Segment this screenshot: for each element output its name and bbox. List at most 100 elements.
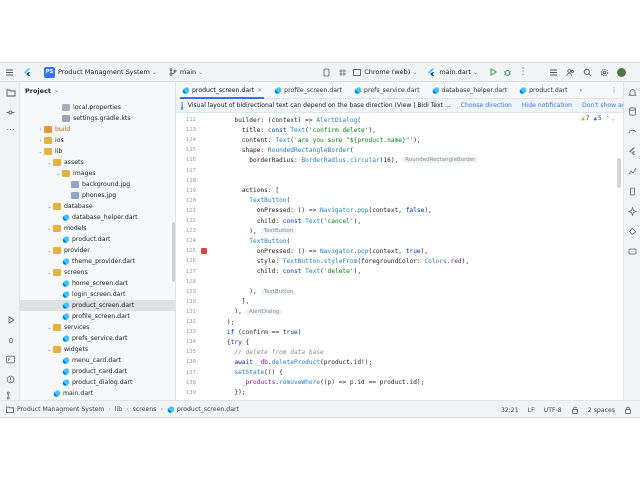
chevron-down-icon[interactable]: ⌄ [37, 149, 44, 155]
search-icon[interactable] [580, 65, 594, 79]
line-number[interactable]: 132 [176, 319, 196, 325]
breadcrumb-item[interactable]: Product Managment System [17, 406, 104, 413]
chevron-right-icon[interactable]: › [37, 138, 44, 144]
tree-file[interactable]: local.properties [20, 102, 176, 113]
device-selector[interactable]: Chrome (web) ⌄ [353, 68, 417, 76]
breadcrumb-item[interactable]: product_screen.dart [177, 406, 239, 413]
line-number[interactable]: 136 [176, 359, 196, 365]
tree-file[interactable]: theme_provider.dart [20, 256, 176, 267]
flutter-inspector-icon[interactable] [335, 65, 349, 79]
line-number[interactable]: 118 [176, 178, 196, 184]
chevron-down-icon[interactable]: ⌄ [46, 248, 53, 254]
problems-tool-icon[interactable] [5, 374, 16, 385]
line-number[interactable]: 114 [176, 137, 196, 143]
line-number[interactable]: 115 [176, 147, 196, 153]
devices-tool-icon[interactable] [627, 186, 638, 197]
database-tool-icon[interactable] [627, 106, 638, 117]
line-number[interactable]: 117 [176, 168, 196, 174]
tree-file[interactable]: settings.gradle.kts [20, 113, 176, 124]
more-actions-icon[interactable]: ⋮ [516, 65, 530, 79]
chevron-down-icon[interactable]: ⌄ [55, 171, 62, 177]
tree-folder[interactable]: ⌄ database [20, 201, 176, 212]
tree-file[interactable]: menu_card.dart [20, 355, 176, 366]
line-number[interactable]: 124 [176, 238, 196, 244]
tree-folder[interactable]: ⌄ assets [20, 157, 176, 168]
tree-file[interactable]: profile_screen.dart [20, 311, 176, 322]
tree-file[interactable]: product_card.dart [20, 366, 176, 377]
line-number[interactable]: 126 [176, 258, 196, 264]
ai-assistant-icon[interactable] [627, 206, 638, 217]
more-tabs-icon[interactable]: › [574, 82, 588, 99]
editor-tab[interactable]: product_screen.dart ✕ [176, 82, 268, 99]
tree-folder[interactable]: › ios [20, 135, 176, 146]
line-number[interactable]: 133 [176, 329, 196, 335]
project-tool-folder-icon[interactable] [5, 87, 16, 98]
tree-file[interactable]: product.dart [20, 234, 176, 245]
line-number[interactable]: 123 [176, 228, 196, 234]
branch-switcher[interactable]: main ⌄ [169, 68, 203, 76]
file-encoding[interactable]: UTF-8 [544, 407, 562, 414]
breadcrumb-item[interactable]: lib [115, 406, 122, 413]
breadcrumb-item[interactable]: screens [133, 406, 157, 413]
chevron-down-icon[interactable]: ⌄ [46, 347, 53, 353]
tree-folder[interactable]: ⌄ models [20, 223, 176, 234]
editor-tab[interactable]: product.dart [513, 82, 573, 99]
line-number[interactable]: 125 [176, 248, 196, 254]
chevron-right-icon[interactable]: › [37, 127, 44, 133]
chevron-down-icon[interactable]: ⌄ [46, 270, 53, 276]
line-number[interactable]: 116 [176, 157, 196, 163]
line-number[interactable]: 129 [176, 289, 196, 295]
terminal-tool-icon[interactable] [5, 354, 16, 365]
dart-analysis-icon[interactable] [627, 226, 638, 237]
tree-folder[interactable]: ⌄ provider [20, 245, 176, 256]
line-number[interactable]: 112 [176, 117, 196, 123]
close-tab-icon[interactable]: ✕ [257, 87, 262, 94]
line-number[interactable]: 122 [176, 218, 196, 224]
tree-folder[interactable]: ⌄ images [20, 168, 176, 179]
tab-actions-icon[interactable]: ⋮ [605, 82, 623, 99]
line-number[interactable]: 121 [176, 208, 196, 214]
editor-tab[interactable]: prefs_service.dart [348, 82, 425, 99]
tree-file[interactable]: phones.jpg [20, 190, 176, 201]
code-area[interactable]: ▲ 7 ▲ 5 ⌃ ⌄ 112 builder: (context) => Al… [176, 113, 623, 400]
line-number[interactable]: 137 [176, 370, 196, 376]
debug-icon[interactable] [500, 65, 514, 79]
tree-file[interactable]: main.dart [20, 388, 176, 399]
tree-folder[interactable]: ⌄ screens [20, 267, 176, 278]
indent-setting[interactable]: 2 spaces [588, 407, 615, 414]
more-tool-windows-icon[interactable]: ⋯ [5, 124, 16, 135]
run-tool-icon[interactable] [5, 314, 16, 325]
line-number[interactable]: 128 [176, 279, 196, 285]
project-tree-scrollbar[interactable] [172, 222, 175, 282]
line-ending[interactable]: LF [528, 407, 535, 414]
people-icon[interactable] [563, 65, 577, 79]
tree-folder[interactable]: ⌄ services [20, 322, 176, 333]
notifications-bell-icon[interactable] [627, 87, 638, 98]
tree-file[interactable]: database_helper.dart [20, 212, 176, 223]
tree-file[interactable]: background.jpg [20, 179, 176, 190]
project-switcher[interactable]: PS Product Managment System ⌄ [44, 66, 157, 78]
editor-tab[interactable]: profile_screen.dart [268, 82, 348, 99]
tree-file[interactable]: prefs_service.dart [20, 333, 176, 344]
line-number[interactable]: 135 [176, 349, 196, 355]
tree-folder[interactable]: ⌄ widgets [20, 344, 176, 355]
run-config-selector[interactable]: main.dart ⌄ [427, 68, 478, 77]
line-number[interactable]: 120 [176, 198, 196, 204]
avatar[interactable] [617, 67, 626, 77]
chevron-down-icon[interactable]: ⌄ [46, 160, 53, 166]
flutter-performance-icon[interactable] [627, 166, 638, 177]
commit-tool-icon[interactable] [5, 107, 16, 118]
editor-tab[interactable]: database_helper.dart [426, 82, 514, 99]
tree-folder[interactable]: ⌄ lib [20, 146, 176, 157]
breakpoint-icon[interactable] [201, 248, 207, 255]
choose-direction-link[interactable]: Choose direction [461, 102, 512, 109]
emulator-tool-icon[interactable] [627, 246, 638, 257]
gradle-tool-icon[interactable] [627, 126, 638, 137]
chevron-down-icon[interactable]: ⌄ [46, 325, 53, 331]
hide-notification-link[interactable]: Hide notification [522, 102, 572, 109]
settings-gear-icon[interactable] [597, 65, 611, 79]
line-number[interactable]: 113 [176, 127, 196, 133]
tree-file[interactable]: product_dialog.dart [20, 377, 176, 388]
tree-file[interactable]: home_screen.dart [20, 278, 176, 289]
flutter-inspector-tool-icon[interactable] [627, 146, 638, 157]
